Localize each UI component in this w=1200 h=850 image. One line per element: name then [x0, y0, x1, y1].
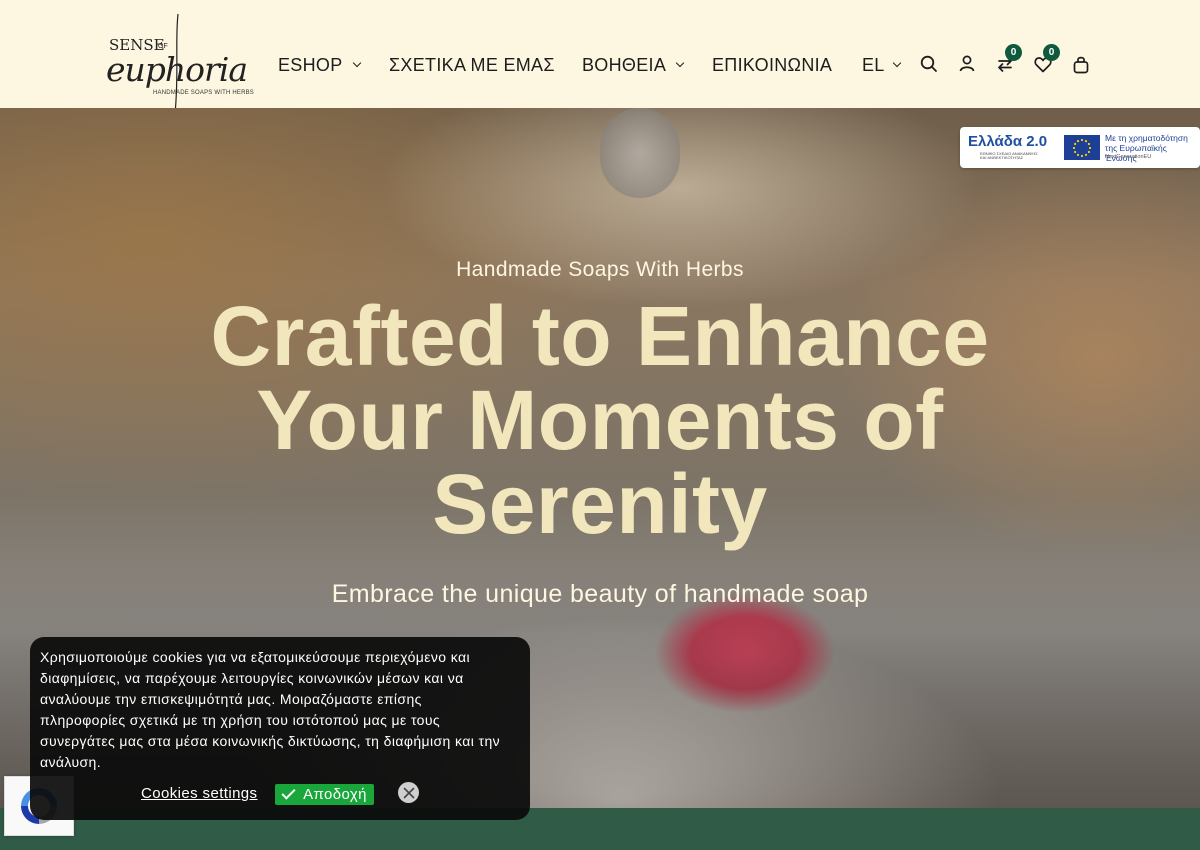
nav-contact[interactable]: ΕΠΙΚΟΙΝΩΝΙΑ: [712, 52, 832, 78]
nav-help[interactable]: ΒΟΗΘΕΙΑ: [582, 52, 685, 78]
hero-subheadline: Embrace the unique beauty of handmade so…: [331, 580, 869, 608]
language-switcher[interactable]: EL: [862, 52, 901, 78]
site-header: SENSE OF euphoria HANDMADE SOAPS WITH HE…: [0, 0, 1200, 115]
eu-flag-icon: [1064, 135, 1100, 160]
accept-cookies-label: Αποδοχή: [303, 786, 367, 803]
logo-of-text: OF: [158, 43, 168, 50]
cookie-settings-link[interactable]: Cookies settings: [141, 785, 257, 802]
chevron-down-icon: [892, 58, 901, 67]
cart-button[interactable]: [1071, 53, 1091, 75]
hero-background-image: [600, 108, 680, 198]
hero-eyebrow: Handmade Soaps With Herbs: [456, 258, 744, 281]
accept-cookies-button[interactable]: Αποδοχή: [275, 784, 374, 805]
eu-funding-banner[interactable]: Ελλάδα 2.0 ΕΘΝΙΚΟ ΣΧΕΔΙΟ ΑΝΑΚΑΜΨΗΣ ΚΑΙ Α…: [960, 127, 1200, 168]
hero-headline: Crafted to Enhance Your Moments of Seren…: [210, 289, 990, 551]
nav-eshop-label: ESHOP: [278, 54, 343, 75]
greece-2-0-title: Ελλάδα 2.0: [968, 133, 1048, 150]
nav-eshop[interactable]: ESHOP: [278, 52, 361, 78]
greece-2-0-subtitle: ΕΘΝΙΚΟ ΣΧΕΔΙΟ ΑΝΑΚΑΜΨΗΣ ΚΑΙ ΑΝΘΕΚΤΙΚΟΤΗΤ…: [980, 151, 1038, 160]
chevron-down-icon: [675, 58, 685, 67]
cookie-message: Χρησιμοποιούμε cookies για να εξατομικεύ…: [40, 649, 501, 770]
wishlist-count-badge: 0: [1043, 44, 1060, 61]
close-cookie-button[interactable]: [398, 782, 419, 803]
compare-count-badge: 0: [1005, 44, 1022, 61]
next-generation-eu-text: NextGenerationEU: [1105, 154, 1152, 160]
wishlist-button[interactable]: 0: [1033, 44, 1060, 75]
language-label: EL: [862, 54, 885, 75]
logo-tagline: HANDMADE SOAPS WITH HERBS: [153, 90, 255, 96]
close-icon: [403, 787, 414, 798]
bag-icon: [1073, 56, 1089, 73]
nav-about-label: ΣΧΕΤΙΚΑ ΜΕ ΕΜΑΣ: [389, 54, 555, 75]
checkmark-icon: [281, 785, 296, 800]
search-icon: [920, 55, 937, 72]
logo-flourish-icon: [174, 13, 179, 115]
compare-button[interactable]: 0: [995, 44, 1022, 75]
cookie-consent-banner: Χρησιμοποιούμε cookies για να εξατομικεύ…: [30, 637, 530, 820]
site-logo[interactable]: SENSE OF euphoria HANDMADE SOAPS WITH HE…: [106, 12, 256, 120]
search-button[interactable]: [919, 53, 939, 75]
chevron-down-icon: [352, 58, 361, 67]
nav-help-label: ΒΟΗΘΕΙΑ: [582, 54, 667, 75]
account-button[interactable]: [957, 53, 977, 75]
nav-contact-label: ΕΠΙΚΟΙΝΩΝΙΑ: [712, 54, 833, 75]
nav-about[interactable]: ΣΧΕΤΙΚΑ ΜΕ ΕΜΑΣ: [389, 52, 555, 78]
user-icon: [959, 55, 975, 72]
